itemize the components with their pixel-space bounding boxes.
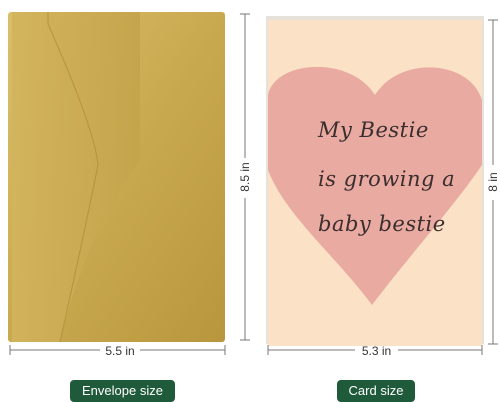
card-message: My Bestie is growing a baby bestie — [0, 0, 500, 402]
card-message-line-1: My Bestie — [318, 118, 429, 142]
card-width-label: 5.3 in — [361, 344, 392, 358]
envelope-size-caption: Envelope size — [70, 380, 175, 402]
card-message-line-3: baby bestie — [318, 212, 446, 236]
card-message-line-2: is growing a — [318, 167, 456, 191]
card-height-label: 8 in — [486, 172, 500, 192]
envelope-width-label: 5.5 in — [105, 344, 135, 358]
card-size-caption: Card size — [337, 380, 415, 402]
envelope-height-label: 8.5 in — [238, 162, 252, 192]
